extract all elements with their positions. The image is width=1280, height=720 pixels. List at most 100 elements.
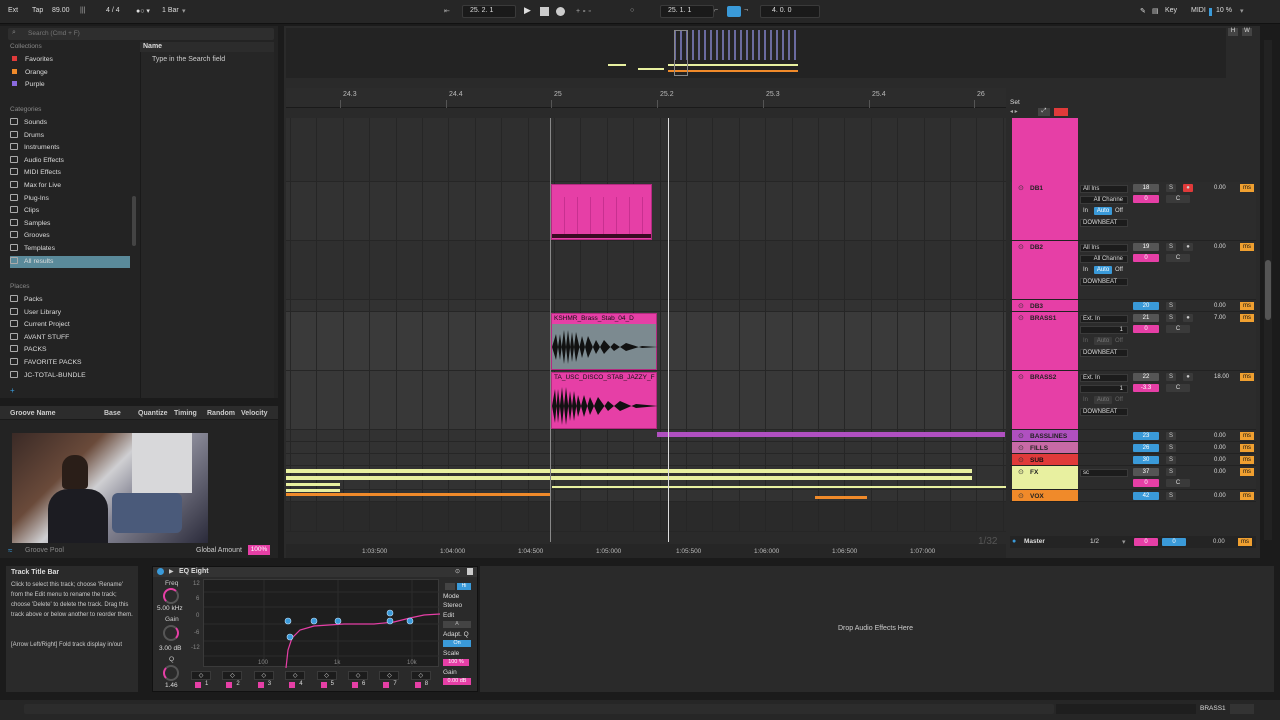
input-channel-select[interactable]: 1	[1080, 385, 1128, 393]
collection-favorites[interactable]: Favorites	[10, 54, 130, 66]
track-name[interactable]: VOX	[1030, 493, 1044, 500]
solo-button[interactable]: S	[1166, 468, 1176, 476]
track-delay[interactable]: 0.00	[1214, 185, 1226, 191]
overdub-icon[interactable]: + ∘ ▫	[576, 7, 591, 15]
global-amount-value[interactable]: 100%	[248, 545, 270, 555]
browser-scrollbar[interactable]	[132, 196, 136, 246]
time-signature-field[interactable]: 4 / 4	[106, 7, 120, 14]
monitor-off[interactable]: Off	[1115, 267, 1123, 273]
bar-marker-25.2[interactable]: 25.2	[660, 91, 674, 98]
clip-fx-3[interactable]	[286, 483, 340, 486]
device-on-icon[interactable]	[157, 568, 164, 575]
arm-button[interactable]: ●	[1183, 184, 1193, 192]
master-output[interactable]: 1/2	[1090, 538, 1099, 545]
time-marker[interactable]: 1:06:500	[832, 548, 857, 555]
clip-fx-1[interactable]	[286, 469, 972, 473]
tempo-field[interactable]: 89.00	[52, 7, 70, 14]
arm-button[interactable]: ●	[1183, 243, 1193, 251]
track-delay[interactable]: 0.00	[1214, 303, 1226, 309]
track-delay[interactable]: 0.00	[1214, 433, 1226, 439]
time-ruler[interactable]	[286, 544, 1006, 558]
solo-button[interactable]: S	[1166, 243, 1176, 251]
track-delay-unit[interactable]: ms	[1240, 432, 1254, 440]
keyboard-icon[interactable]: ▤	[1152, 7, 1159, 15]
add-folder-icon[interactable]: +	[10, 386, 15, 395]
track-delay-unit[interactable]: ms	[1240, 444, 1254, 452]
track-pan[interactable]: C	[1166, 479, 1190, 487]
monitor-off[interactable]: Off	[1115, 397, 1123, 403]
device-settings-icon[interactable]: ⊙	[455, 568, 460, 575]
category-max-for-live[interactable]: Max for Live	[10, 180, 130, 192]
solo-button[interactable]: S	[1166, 456, 1176, 464]
master-delay[interactable]: 0.00	[1213, 539, 1225, 545]
category-grooves[interactable]: Grooves	[10, 230, 130, 242]
place-packs[interactable]: Packs	[10, 294, 130, 306]
monitor-auto[interactable]: Auto	[1094, 266, 1112, 274]
bar-marker-25.4[interactable]: 25.4	[872, 91, 886, 98]
track-number[interactable]: 21	[1133, 314, 1159, 322]
solo-button[interactable]: S	[1166, 314, 1176, 322]
place-user-library[interactable]: User Library	[10, 307, 130, 319]
input-type-select[interactable]: Ext. In	[1080, 374, 1128, 382]
band-on-toggle[interactable]	[195, 682, 201, 688]
band-shape-icon[interactable]: ◇	[253, 671, 274, 680]
audio-clip-brass1[interactable]: KSHMR_Brass_Stab_04_D	[551, 313, 658, 370]
monitor-auto[interactable]: Auto	[1094, 337, 1112, 345]
set-button[interactable]: Set	[1010, 99, 1020, 106]
loop-start-field[interactable]: 25. 1. 1	[668, 7, 691, 14]
input-channel-select[interactable]: 1	[1080, 326, 1128, 334]
bar-marker-24.4[interactable]: 24.4	[449, 91, 463, 98]
master-volume[interactable]: 0	[1134, 538, 1158, 546]
lane-db3[interactable]	[286, 300, 1006, 312]
locator-nav-icon[interactable]: ◂ ▸	[1010, 108, 1018, 115]
device-menu-icon[interactable]	[467, 568, 473, 575]
oversample-icon[interactable]: Hi	[457, 583, 471, 590]
show-returns-button[interactable]: W	[1242, 28, 1252, 36]
play-icon[interactable]: ▶	[524, 5, 531, 16]
track-name[interactable]: FILLS	[1030, 445, 1048, 452]
q-knob[interactable]	[163, 665, 179, 681]
collection-orange[interactable]: Orange	[10, 67, 130, 79]
track-number[interactable]: 30	[1133, 456, 1159, 464]
track-delay[interactable]: 18.00	[1214, 374, 1229, 380]
collection-purple[interactable]: Purple	[10, 79, 130, 91]
mode-value[interactable]: Stereo	[443, 602, 462, 609]
category-audio-effects[interactable]: Audio Effects	[10, 155, 130, 167]
track-volume[interactable]: 0	[1133, 254, 1159, 262]
song-position[interactable]: 25. 2. 1	[470, 7, 493, 14]
solo-button[interactable]: S	[1166, 432, 1176, 440]
track-pan[interactable]: C	[1166, 384, 1190, 392]
midi-map-button[interactable]: MIDI	[1191, 7, 1206, 14]
clip-vox-1[interactable]	[286, 493, 551, 496]
bar-marker-25.3[interactable]: 25.3	[766, 91, 780, 98]
beat-ruler[interactable]	[286, 88, 1006, 108]
place-favorite-packs[interactable]: FAVORITE PACKS	[10, 357, 130, 369]
output-select[interactable]: DOWNBEAT	[1080, 349, 1128, 357]
time-marker[interactable]: 1:05:000	[596, 548, 621, 555]
track-delay[interactable]: 0.00	[1214, 445, 1226, 451]
track-delay[interactable]: 0.00	[1214, 244, 1226, 250]
fold-icon[interactable]: ⊙	[1018, 456, 1024, 464]
track-name[interactable]: DB1	[1030, 185, 1043, 192]
track-delay-unit[interactable]: ms	[1240, 373, 1254, 381]
q-value[interactable]: 1.46	[165, 682, 178, 689]
band-on-toggle[interactable]	[352, 682, 358, 688]
master-track[interactable]: ● Master 1/2 ▾ 0 0 0.00 ms	[1010, 536, 1256, 548]
track-number[interactable]: 22	[1133, 373, 1159, 381]
clip-basslines[interactable]	[657, 432, 1005, 437]
scale-value[interactable]: 100 %	[443, 659, 469, 666]
track-delay-unit[interactable]: ms	[1240, 456, 1254, 464]
lane-fills[interactable]	[286, 442, 1006, 454]
loop-switch-icon[interactable]	[727, 6, 741, 17]
monitor-in[interactable]: In	[1083, 397, 1088, 403]
category-drums[interactable]: Drums	[10, 130, 130, 142]
band-on-toggle[interactable]	[383, 682, 390, 688]
track-pan[interactable]: C	[1166, 254, 1190, 262]
solo-button[interactable]: S	[1166, 492, 1176, 500]
stop-icon[interactable]	[540, 7, 549, 16]
key-map-button[interactable]: Key	[1165, 7, 1177, 14]
input-type-select[interactable]: Ext. In	[1080, 315, 1128, 323]
input-channel-select[interactable]: All Channe	[1080, 255, 1128, 263]
band-shape-icon[interactable]: ◇	[285, 671, 306, 680]
track-volume[interactable]: -3.3	[1133, 384, 1159, 392]
